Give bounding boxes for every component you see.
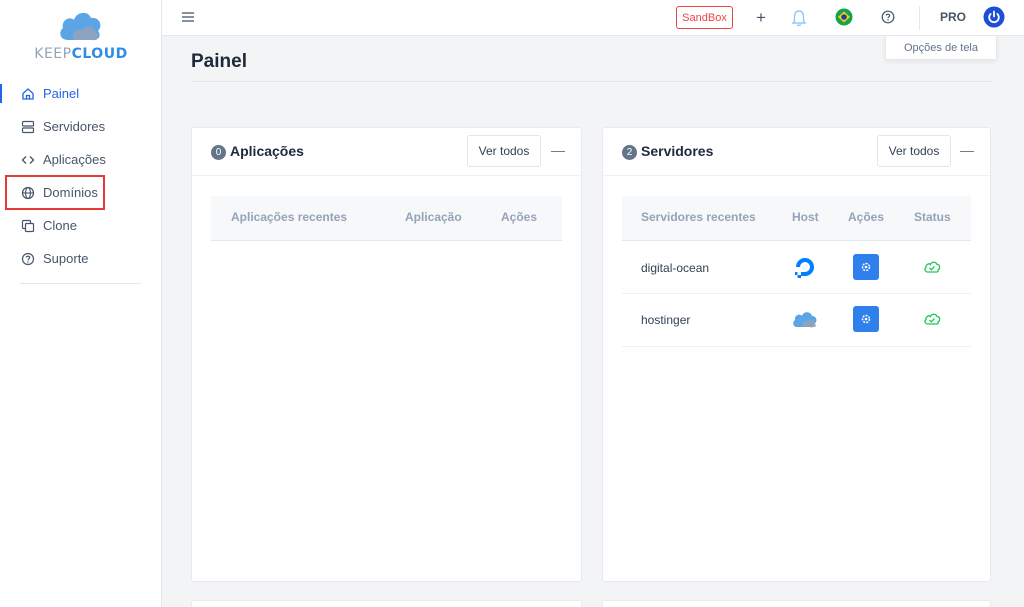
sidebar-item-servidores[interactable]: Servidores	[0, 110, 162, 143]
hamburger-menu-icon[interactable]	[181, 10, 195, 24]
lower-card	[602, 600, 991, 607]
page-title: Painel	[191, 51, 247, 72]
column-header: Ações	[848, 210, 885, 224]
servers-count-badge: 2	[622, 145, 637, 160]
view-all-servers-button[interactable]: Ver todos	[877, 135, 951, 167]
column-header: Aplicações recentes	[231, 210, 348, 224]
title-divider	[191, 81, 993, 82]
table-row[interactable]: digital-ocean	[622, 241, 971, 294]
server-name[interactable]: hostinger	[641, 313, 690, 327]
copy-icon	[20, 218, 35, 233]
topbar: SandBox + PRO	[162, 0, 1024, 36]
table-header: Servidores recentes Host Ações Status	[622, 196, 971, 241]
table-row[interactable]: hostinger	[622, 294, 971, 347]
column-header: Ações	[501, 210, 538, 224]
server-settings-button[interactable]	[853, 306, 879, 332]
status-online-icon	[923, 311, 941, 330]
sidebar-item-aplicacoes[interactable]: Aplicações	[0, 143, 162, 176]
help-icon[interactable]	[881, 10, 895, 29]
server-icon	[20, 119, 35, 134]
applications-count-badge: 0	[211, 145, 226, 160]
sidebar-item-label: Domínios	[43, 185, 98, 200]
card-title: Servidores	[641, 143, 714, 159]
status-online-icon	[923, 259, 941, 278]
sidebar-item-suporte[interactable]: Suporte	[0, 242, 162, 275]
sidebar-item-dominios[interactable]: Domínios	[5, 175, 105, 210]
sidebar-item-clone[interactable]: Clone	[0, 209, 162, 242]
sidebar: KEEPCLOUD Painel Servidores Aplicações D…	[0, 0, 162, 607]
logo-wordmark: KEEPCLOUD	[34, 46, 128, 62]
sidebar-item-label: Painel	[43, 86, 80, 101]
home-icon	[20, 86, 35, 101]
screen-options-button[interactable]: Opções de tela	[885, 36, 997, 60]
server-name[interactable]: digital-ocean	[641, 261, 709, 275]
card-title: Aplicações	[230, 143, 304, 159]
cloud-logo-icon	[60, 12, 101, 41]
column-header: Aplicação	[405, 210, 462, 224]
applications-card: 0 Aplicações Ver todos — Aplicações rece…	[191, 127, 582, 582]
column-header: Status	[914, 210, 951, 224]
topbar-separator	[919, 6, 920, 30]
server-settings-button[interactable]	[853, 254, 879, 280]
power-icon[interactable]	[983, 6, 1005, 33]
pro-label[interactable]: PRO	[940, 10, 966, 24]
collapse-icon[interactable]: —	[551, 142, 565, 158]
sandbox-button[interactable]: SandBox	[676, 6, 733, 29]
globe-icon	[20, 185, 35, 200]
column-header: Host	[792, 210, 819, 224]
help-circle-icon	[20, 251, 35, 266]
sidebar-item-label: Suporte	[43, 251, 89, 266]
sidebar-item-painel[interactable]: Painel	[0, 77, 162, 110]
sidebar-nav: Painel Servidores Aplicações Domínios Cl…	[0, 77, 162, 275]
view-all-applications-button[interactable]: Ver todos	[467, 135, 541, 167]
bell-icon[interactable]	[791, 9, 807, 32]
keepcloud-logo[interactable]: KEEPCLOUD	[26, 8, 136, 64]
sidebar-item-label: Servidores	[43, 119, 106, 134]
collapse-icon[interactable]: —	[960, 142, 974, 158]
cloud-host-icon	[791, 308, 819, 333]
code-icon	[20, 152, 35, 167]
gear-icon	[861, 314, 871, 324]
brazil-flag-icon[interactable]	[835, 8, 853, 31]
sidebar-item-label: Aplicações	[43, 152, 106, 167]
servers-card: 2 Servidores Ver todos — Servidores rece…	[602, 127, 991, 582]
card-header: 0 Aplicações Ver todos —	[192, 128, 581, 176]
sidebar-divider	[20, 283, 141, 284]
gear-icon	[861, 262, 871, 272]
digitalocean-icon	[792, 254, 818, 283]
card-header: 2 Servidores Ver todos —	[603, 128, 990, 176]
lower-card	[191, 600, 582, 607]
table-header: Aplicações recentes Aplicação Ações	[211, 196, 562, 241]
plus-icon[interactable]: +	[756, 9, 766, 26]
column-header: Servidores recentes	[641, 210, 756, 224]
sidebar-item-label: Clone	[43, 218, 77, 233]
